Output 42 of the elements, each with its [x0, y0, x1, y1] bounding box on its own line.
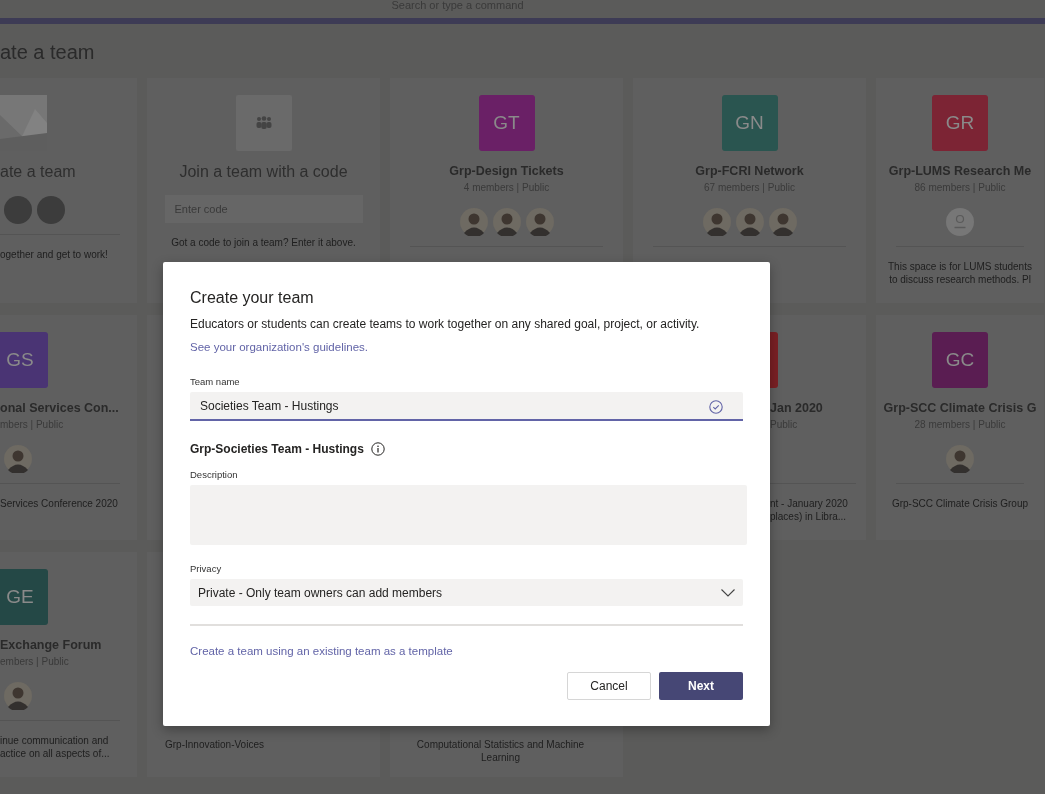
team-description: inue communication and: [0, 735, 109, 746]
avatar: [492, 208, 521, 236]
guidelines-link[interactable]: See your organization's guidelines.: [190, 341, 368, 353]
people-icon: [235, 95, 292, 151]
avatar: [946, 208, 974, 236]
field-label: Privacy: [190, 563, 223, 574]
team-tile: GR: [932, 95, 988, 151]
team-tile: GE: [0, 569, 48, 625]
avatar: [4, 196, 32, 224]
avatar: [459, 208, 488, 236]
avatar: [946, 445, 974, 473]
avatar: [702, 208, 731, 236]
next-button[interactable]: Next: [659, 672, 743, 700]
avatar: [768, 208, 797, 236]
team-tile: GC: [932, 332, 988, 388]
team-tile: GN: [721, 95, 778, 151]
generated-team-name: Grp-Societies Team - Hustings: [190, 442, 364, 456]
team-description: Services Conference 2020: [0, 498, 118, 509]
team-description: to discuss research methods. Pl: [889, 274, 1031, 285]
check-circle-icon: [709, 400, 723, 414]
team-description: places) in Libra...: [770, 511, 847, 522]
avatar: [525, 208, 554, 236]
team-name-field[interactable]: Societies Team - Hustings: [190, 392, 743, 421]
privacy-dropdown[interactable]: Private - Only team owners can add members: [190, 579, 743, 606]
team-description: Computational Statistics and Machine Learning: [415, 738, 586, 764]
template-link[interactable]: Create a team using an existing team as a template: [190, 645, 453, 657]
chevron-down-icon: [721, 588, 735, 597]
info-icon[interactable]: [370, 442, 385, 456]
cancel-button[interactable]: Cancel: [567, 672, 651, 700]
avatar: [4, 682, 32, 710]
team-description: ogether and get to work!: [0, 249, 108, 260]
team-description: Grp-Innovation-Voices: [165, 738, 265, 751]
dialog-intro: Educators or students can create teams to work together on any shared goal, project, or activity.: [190, 316, 701, 332]
team-description: nt - January 2020: [770, 498, 848, 509]
avatar: [4, 445, 32, 473]
team-tile: GS: [0, 332, 48, 388]
team-tile: GT: [478, 95, 535, 151]
field-label: Team name: [190, 376, 241, 387]
avatar: [37, 196, 65, 224]
field-label: Description: [190, 469, 239, 480]
team-description: Grp-SCC Climate Crisis Group: [891, 498, 1029, 509]
avatar: [735, 208, 764, 236]
